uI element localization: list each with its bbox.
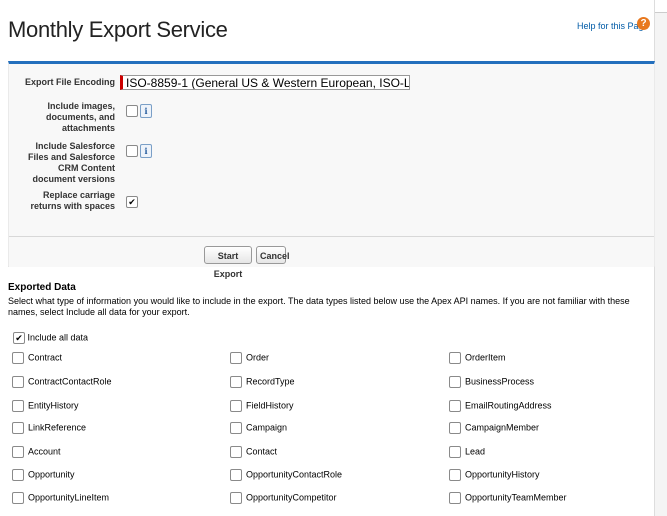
data-type-item[interactable]: RecordType	[230, 376, 295, 388]
data-type-label: FieldHistory	[246, 400, 294, 411]
data-type-checkbox[interactable]	[12, 469, 24, 481]
data-type-item[interactable]: CampaignMember	[449, 422, 539, 434]
data-type-item[interactable]: Campaign	[230, 422, 287, 434]
data-type-label: Account	[28, 446, 61, 457]
data-type-checkbox[interactable]	[12, 446, 24, 458]
data-type-item[interactable]: OpportunityLineItem	[12, 492, 109, 504]
data-type-checkbox[interactable]	[12, 400, 24, 412]
files-info-icon[interactable]: i	[140, 143, 152, 158]
data-type-label: RecordType	[246, 376, 295, 387]
images-checkbox[interactable]	[126, 104, 138, 117]
data-type-checkbox[interactable]	[230, 446, 242, 458]
data-type-label: OpportunityLineItem	[28, 492, 110, 503]
include-all-data[interactable]: ✔ Include all data	[13, 332, 88, 344]
data-type-label: OpportunityContactRole	[246, 469, 343, 480]
data-type-label: Contact	[246, 446, 278, 457]
scrollbar-top-button[interactable]	[655, 0, 667, 13]
data-type-label: OpportunityTeamMember	[465, 492, 567, 503]
data-type-item[interactable]: ContractContactRole	[12, 376, 112, 388]
button-bar: Start Export Cancel	[9, 236, 654, 279]
images-label: Include images, documents, and attachmen…	[45, 101, 115, 133]
data-type-label: Lead	[465, 446, 486, 457]
data-type-label: Campaign	[246, 422, 288, 433]
files-label: Include Salesforce Files and Salesforce …	[27, 141, 115, 184]
data-type-item[interactable]: Opportunity	[12, 469, 75, 481]
data-type-item[interactable]: LinkReference	[12, 422, 86, 434]
data-type-item[interactable]: BusinessProcess	[449, 376, 534, 388]
exported-data-title: Exported Data	[8, 282, 76, 293]
encoding-label: Export File Encoding	[24, 77, 115, 87]
cancel-button[interactable]: Cancel	[256, 246, 290, 264]
data-type-label: Opportunity	[28, 469, 75, 480]
data-type-checkbox[interactable]	[12, 376, 24, 388]
data-type-item[interactable]: Contact	[230, 446, 277, 458]
data-type-item[interactable]: Order	[230, 352, 269, 364]
carriage-checkbox[interactable]: ✔	[126, 195, 138, 208]
data-type-checkbox[interactable]	[12, 352, 24, 364]
data-type-item[interactable]: OpportunityCompetitor	[230, 492, 337, 504]
data-type-label: Contract	[28, 352, 63, 363]
exported-data-description: Select what type of information you woul…	[8, 296, 630, 317]
files-checkbox[interactable]	[126, 144, 138, 157]
export-settings-block: Export File Encoding ISO-8859-1 (General…	[8, 61, 655, 279]
data-type-checkbox[interactable]	[230, 400, 242, 412]
encoding-select[interactable]: ISO-8859-1 (General US & Western Europea…	[120, 75, 410, 90]
data-type-item[interactable]: OpportunityHistory	[449, 469, 540, 481]
start-export-button[interactable]: Start Export	[204, 246, 252, 279]
include-all-checkbox[interactable]: ✔	[13, 332, 25, 344]
data-type-label: EntityHistory	[28, 400, 79, 411]
data-type-checkbox[interactable]	[449, 352, 461, 364]
data-type-checkbox[interactable]	[449, 422, 461, 434]
carriage-field: ✔	[126, 193, 138, 211]
data-type-checkbox[interactable]	[230, 376, 242, 388]
data-type-item[interactable]: Lead	[449, 446, 485, 458]
data-type-checkbox[interactable]	[230, 469, 242, 481]
data-type-label: OpportunityHistory	[465, 469, 540, 480]
data-type-label: OpportunityCompetitor	[246, 492, 337, 503]
data-type-checkbox[interactable]	[230, 422, 242, 434]
data-type-item[interactable]: Account	[12, 446, 61, 458]
help-icon[interactable]: ?	[637, 17, 650, 30]
data-type-item[interactable]: EntityHistory	[12, 400, 79, 412]
data-type-checkbox[interactable]	[449, 469, 461, 481]
images-field: i	[126, 102, 152, 120]
data-type-label: BusinessProcess	[465, 376, 535, 387]
data-type-checkbox[interactable]	[449, 376, 461, 388]
data-type-label: Order	[246, 352, 270, 363]
page-title: Monthly Export Service	[8, 17, 228, 42]
data-type-item[interactable]: OrderItem	[449, 352, 506, 364]
data-type-label: ContractContactRole	[28, 376, 112, 387]
data-type-label: EmailRoutingAddress	[465, 400, 552, 411]
carriage-label: Replace carriage returns with spaces	[30, 190, 115, 211]
data-type-checkbox[interactable]	[12, 492, 24, 504]
data-type-item[interactable]: FieldHistory	[230, 400, 294, 412]
data-type-checkbox[interactable]	[449, 400, 461, 412]
scrollbar[interactable]	[654, 0, 667, 516]
data-type-label: OrderItem	[465, 352, 506, 363]
data-type-item[interactable]: Contract	[12, 352, 62, 364]
data-type-label: LinkReference	[28, 422, 87, 433]
data-type-checkbox[interactable]	[230, 492, 242, 504]
data-type-label: CampaignMember	[465, 422, 540, 433]
data-type-checkbox[interactable]	[449, 492, 461, 504]
images-info-icon[interactable]: i	[140, 103, 152, 118]
data-type-checkbox[interactable]	[12, 422, 24, 434]
data-type-item[interactable]: OpportunityContactRole	[230, 469, 342, 481]
data-type-checkbox[interactable]	[230, 352, 242, 364]
include-all-label: Include all data	[27, 332, 89, 343]
files-field: i	[126, 142, 152, 160]
data-type-checkbox[interactable]	[449, 446, 461, 458]
data-type-item[interactable]: EmailRoutingAddress	[449, 400, 552, 412]
data-type-item[interactable]: OpportunityTeamMember	[449, 492, 567, 504]
